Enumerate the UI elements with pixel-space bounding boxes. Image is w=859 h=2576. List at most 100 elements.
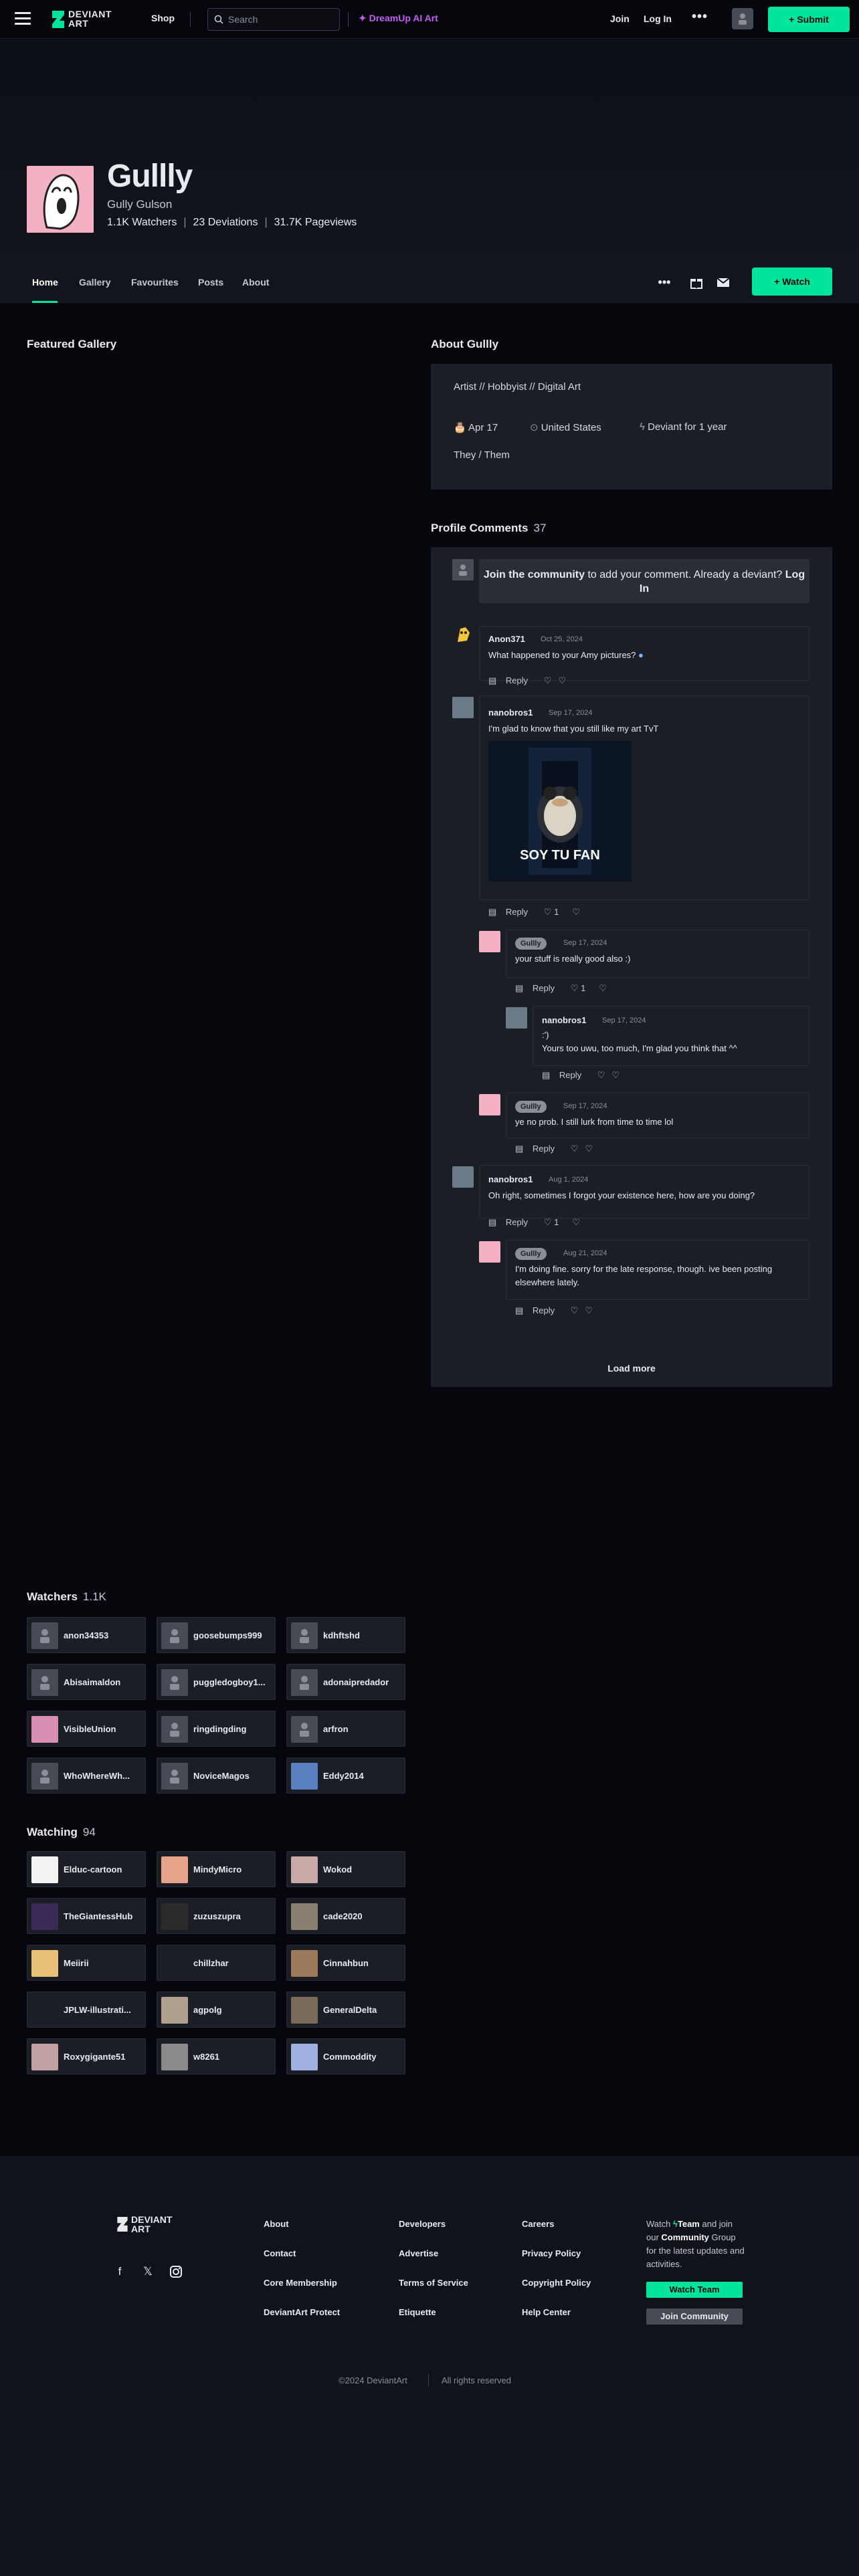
- like-icon[interactable]: ♡: [597, 1070, 605, 1080]
- tab-posts[interactable]: Posts: [198, 277, 223, 288]
- comment-avatar[interactable]: [452, 697, 474, 718]
- join-link[interactable]: Join: [610, 13, 630, 24]
- comment-date[interactable]: Sep 17, 2024: [549, 709, 592, 717]
- watching-card[interactable]: Roxygigante51: [27, 2038, 146, 2074]
- tab-favourites[interactable]: Favourites: [131, 277, 179, 288]
- comment-avatar[interactable]: [452, 1166, 474, 1188]
- comment-avatar[interactable]: [506, 1007, 527, 1029]
- deviantart-logo[interactable]: DEVIANT ART: [68, 9, 112, 28]
- load-more-button[interactable]: Load more: [431, 1363, 832, 1374]
- facebook-icon[interactable]: f: [112, 2264, 127, 2279]
- watching-card[interactable]: GeneralDelta: [286, 1992, 405, 2028]
- comment-date[interactable]: Aug 21, 2024: [563, 1249, 607, 1257]
- message-icon[interactable]: [716, 275, 731, 290]
- like-icon[interactable]: ♡: [571, 1144, 579, 1154]
- footer-link[interactable]: About: [264, 2219, 340, 2248]
- x-twitter-icon[interactable]: 𝕏: [140, 2264, 155, 2279]
- watcher-card[interactable]: adonaipredador: [286, 1664, 405, 1700]
- more-comment-icon[interactable]: ♡: [558, 675, 566, 685]
- more-comment-icon[interactable]: ♡: [572, 907, 580, 917]
- watching-card[interactable]: Meiirii: [27, 1945, 146, 1981]
- comment-date[interactable]: Oct 25, 2024: [541, 635, 583, 643]
- reply-button[interactable]: ▤ Reply: [542, 1070, 588, 1080]
- reply-button[interactable]: ▤ Reply: [515, 1305, 561, 1315]
- reply-button[interactable]: ▤ Reply: [488, 675, 535, 685]
- footer-link[interactable]: Advertise: [399, 2248, 468, 2278]
- comment-username[interactable]: nanobros1: [542, 1015, 586, 1025]
- login-link[interactable]: Log In: [644, 13, 672, 24]
- footer-link[interactable]: Careers: [522, 2219, 591, 2248]
- like-icon[interactable]: ♡: [571, 1305, 579, 1315]
- footer-link[interactable]: Copyright Policy: [522, 2278, 591, 2307]
- reply-button[interactable]: ▤ Reply: [488, 907, 535, 917]
- comment-date[interactable]: Aug 1, 2024: [549, 1176, 588, 1184]
- join-community-button[interactable]: Join Community: [646, 2309, 743, 2325]
- footer-link[interactable]: Help Center: [522, 2307, 591, 2337]
- comment-username[interactable]: Gullly: [515, 1101, 547, 1113]
- more-comment-icon[interactable]: ♡: [611, 1070, 619, 1080]
- search-box[interactable]: [207, 8, 340, 31]
- dreamup-link[interactable]: ✦ DreamUp AI Art: [359, 13, 438, 24]
- footer-link[interactable]: Contact: [264, 2248, 340, 2278]
- watching-card[interactable]: Wokod: [286, 1851, 405, 1887]
- watching-card[interactable]: cade2020: [286, 1898, 405, 1934]
- deviantart-logo-icon[interactable]: [115, 2215, 130, 2234]
- submit-button[interactable]: + Submit: [768, 7, 850, 32]
- reply-button[interactable]: ▤ Reply: [515, 1144, 561, 1154]
- more-comment-icon[interactable]: ♡: [599, 983, 607, 993]
- gift-icon[interactable]: [689, 275, 704, 290]
- watching-card[interactable]: agpolg: [157, 1992, 276, 2028]
- instagram-icon[interactable]: [169, 2264, 183, 2279]
- watcher-card[interactable]: Abisaimaldon: [27, 1664, 146, 1700]
- watching-card[interactable]: chillzhar: [157, 1945, 276, 1981]
- watch-button[interactable]: + Watch: [752, 267, 832, 296]
- more-comment-icon[interactable]: ♡: [585, 1305, 593, 1315]
- comment-username[interactable]: Gullly: [515, 938, 547, 950]
- like-icon[interactable]: ♡ 1: [544, 907, 566, 917]
- footer-link[interactable]: Terms of Service: [399, 2278, 468, 2307]
- watcher-card[interactable]: VisibleUnion: [27, 1711, 146, 1747]
- comment-username[interactable]: Anon371: [488, 634, 525, 644]
- menu-icon[interactable]: [15, 12, 31, 25]
- footer-link[interactable]: Developers: [399, 2219, 468, 2248]
- comment-date[interactable]: Sep 17, 2024: [563, 1102, 607, 1110]
- join-community-link[interactable]: Join the community: [484, 569, 585, 580]
- more-menu-icon[interactable]: •••: [692, 9, 708, 25]
- watching-card[interactable]: zuzuszupra: [157, 1898, 276, 1934]
- footer-link[interactable]: Core Membership: [264, 2278, 340, 2307]
- footer-link[interactable]: DeviantArt Protect: [264, 2307, 340, 2337]
- watcher-card[interactable]: goosebumps999: [157, 1617, 276, 1653]
- watcher-card[interactable]: NoviceMagos: [157, 1757, 276, 1794]
- watching-card[interactable]: TheGiantessHub: [27, 1898, 146, 1934]
- watching-card[interactable]: JPLW-illustrati...: [27, 1992, 146, 2028]
- reply-button[interactable]: ▤ Reply: [488, 1217, 535, 1227]
- tab-gallery[interactable]: Gallery: [79, 277, 110, 288]
- more-comment-icon[interactable]: ♡: [572, 1217, 580, 1227]
- comment-date[interactable]: Sep 17, 2024: [563, 939, 607, 947]
- watchers-stat[interactable]: 1.1K Watchers: [107, 217, 177, 228]
- watching-card[interactable]: MindyMicro: [157, 1851, 276, 1887]
- watcher-card[interactable]: arfron: [286, 1711, 405, 1747]
- watcher-card[interactable]: ringdingding: [157, 1711, 276, 1747]
- comment-avatar[interactable]: [479, 1241, 500, 1263]
- comment-username[interactable]: Gullly: [515, 1248, 547, 1260]
- deviations-stat[interactable]: 23 Deviations: [193, 217, 258, 228]
- comment-username[interactable]: nanobros1: [488, 1174, 533, 1184]
- deviantart-logo-icon[interactable]: [50, 9, 67, 29]
- comment-avatar[interactable]: [479, 931, 500, 952]
- comment-avatar[interactable]: [452, 623, 474, 645]
- watching-card[interactable]: Cinnahbun: [286, 1945, 405, 1981]
- like-icon[interactable]: ♡ 1: [544, 1217, 566, 1227]
- comment-date[interactable]: Sep 17, 2024: [602, 1016, 646, 1025]
- like-icon[interactable]: ♡: [544, 675, 552, 685]
- user-avatar-icon[interactable]: [732, 8, 753, 29]
- footer-link[interactable]: Etiquette: [399, 2307, 468, 2337]
- tab-home[interactable]: Home: [32, 277, 58, 288]
- watching-card[interactable]: Elduc-cartoon: [27, 1851, 146, 1887]
- reply-button[interactable]: ▤ Reply: [515, 983, 561, 993]
- comment-image[interactable]: SOY TU FAN: [488, 741, 632, 881]
- watcher-card[interactable]: puggledogboy1...: [157, 1664, 276, 1700]
- watching-card[interactable]: Commoddity: [286, 2038, 405, 2074]
- more-comment-icon[interactable]: ♡: [585, 1144, 593, 1154]
- search-input[interactable]: [228, 9, 335, 30]
